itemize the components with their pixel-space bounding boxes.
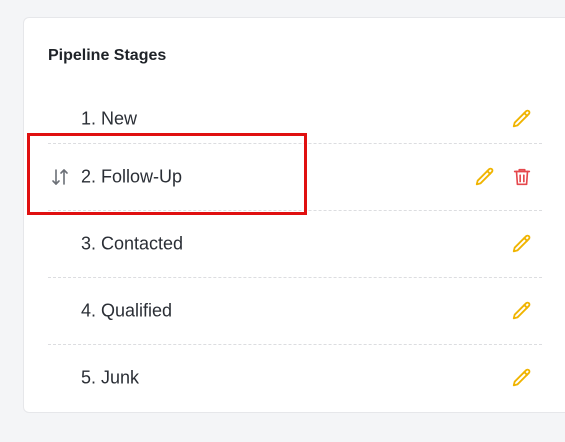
stage-label: 4. Qualified xyxy=(81,300,173,321)
stage-row-junk: 5. Junk xyxy=(48,345,542,411)
pencil-icon xyxy=(512,368,531,387)
pencil-icon xyxy=(475,167,494,186)
pencil-icon xyxy=(512,301,531,320)
stage-row-follow-up: 2. Follow-Up xyxy=(48,144,542,211)
stage-label: 2. Follow-Up xyxy=(81,166,183,187)
pencil-icon xyxy=(512,109,531,127)
pencil-icon xyxy=(512,234,531,253)
stage-label: 1. New xyxy=(81,108,138,128)
edit-stage-button[interactable] xyxy=(511,300,533,322)
edit-stage-button[interactable] xyxy=(511,233,533,255)
pipeline-stages-card: Pipeline Stages 1. New 2. Follow-Up 3. C… xyxy=(23,17,565,413)
edit-stage-button[interactable] xyxy=(511,367,533,389)
panel-title: Pipeline Stages xyxy=(48,47,167,64)
edit-stage-button[interactable] xyxy=(474,166,496,188)
edit-stage-button[interactable] xyxy=(511,108,533,130)
sort-arrows-icon xyxy=(52,169,68,185)
stage-row-new: 1. New xyxy=(48,94,542,144)
stage-label: 3. Contacted xyxy=(81,233,184,254)
stage-list: 1. New 2. Follow-Up 3. Contacted 4. Qual… xyxy=(48,94,542,411)
stage-row-contacted: 3. Contacted xyxy=(48,211,542,278)
stage-row-qualified: 4. Qualified xyxy=(48,278,542,345)
drag-handle[interactable] xyxy=(50,167,70,187)
delete-stage-button[interactable] xyxy=(511,166,533,188)
trash-icon xyxy=(513,168,531,186)
stage-label: 5. Junk xyxy=(81,367,140,388)
